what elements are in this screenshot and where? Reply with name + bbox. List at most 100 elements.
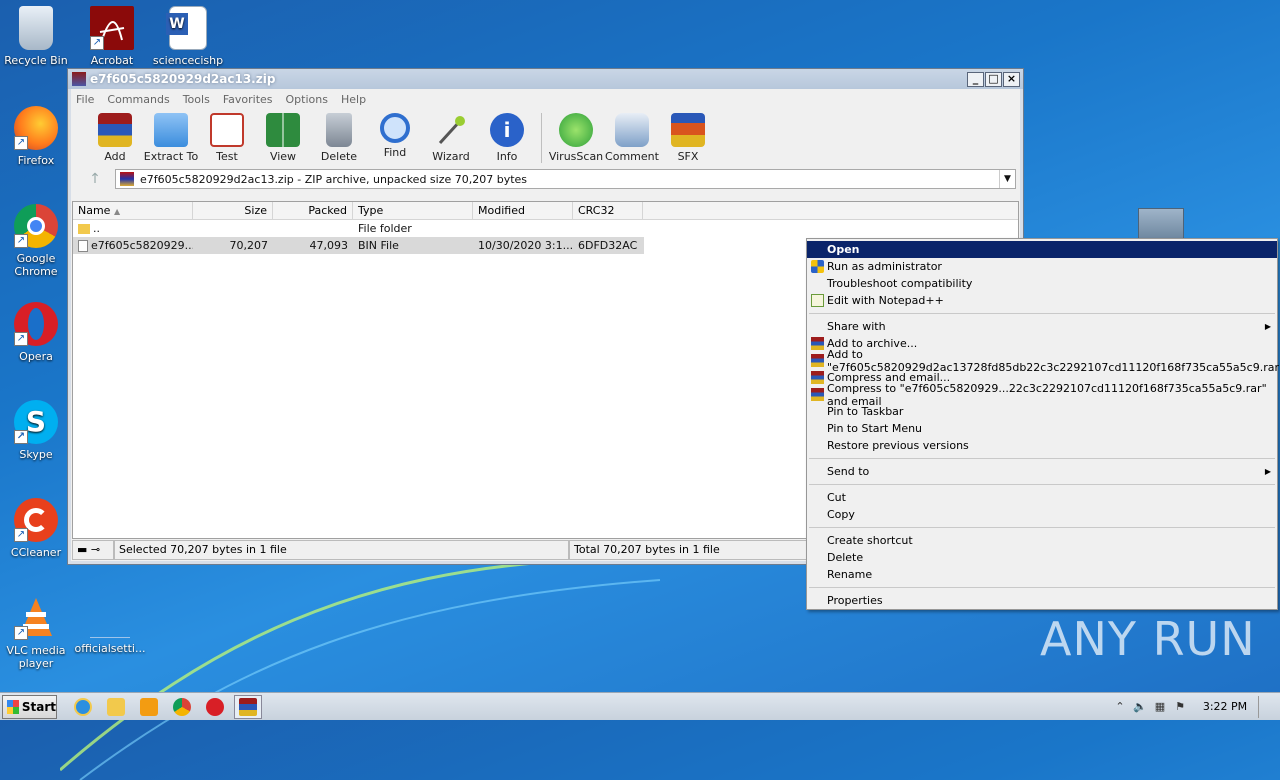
taskbar-winrar[interactable]	[234, 694, 262, 719]
desktop-icon-chrome[interactable]: ↗ Google Chrome	[0, 204, 72, 278]
taskbar-internet-explorer[interactable]	[69, 695, 97, 719]
menu-item-properties[interactable]: Properties	[807, 592, 1277, 609]
column-packed[interactable]: Packed	[273, 202, 353, 219]
column-type[interactable]: Type	[353, 202, 473, 219]
virusscan-button[interactable]: VirusScan	[548, 113, 604, 163]
desktop-icon-file[interactable]: officialsetti...	[74, 608, 146, 655]
anyrun-watermark: ANY RUN	[1040, 612, 1256, 666]
desktop-icon-partial[interactable]	[1138, 208, 1184, 240]
table-row[interactable]: .. File folder	[73, 220, 1018, 237]
desktop-icon-ccleaner[interactable]: ↗ CCleaner	[0, 498, 72, 559]
up-arrow-icon[interactable]: ↑	[75, 171, 115, 187]
show-desktop-button[interactable]	[1258, 695, 1280, 718]
menu-favorites[interactable]: Favorites	[223, 93, 273, 106]
taskbar-media-player[interactable]	[135, 695, 163, 719]
action-center-flag-icon[interactable]: ⚑	[1170, 700, 1190, 713]
winrar-icon	[72, 72, 86, 86]
title-bar[interactable]: e7f605c5820929d2ac13.zip _ □ ×	[68, 69, 1023, 89]
taskbar-opera[interactable]	[201, 695, 229, 719]
clock[interactable]: 3:22 PM	[1196, 700, 1254, 713]
taskbar-explorer[interactable]	[102, 695, 130, 719]
menu-file[interactable]: File	[76, 93, 94, 106]
menu-item-share-with[interactable]: Share with ▶	[807, 318, 1277, 335]
volume-icon[interactable]: 🔈	[1130, 700, 1150, 713]
desktop-icon-label: officialsetti...	[74, 642, 146, 655]
table-row[interactable]: e7f605c5820929... 70,207 47,093 BIN File…	[73, 237, 644, 254]
menu-item-run-as-admin[interactable]: Run as administrator	[807, 258, 1277, 275]
extract-to-button[interactable]: Extract To	[143, 113, 199, 163]
column-name[interactable]: Name ▲	[73, 202, 193, 219]
column-modified[interactable]: Modified	[473, 202, 573, 219]
menu-separator	[809, 484, 1275, 485]
drive-icon[interactable]: ▬ ⊸	[72, 540, 114, 560]
desktop-icon-firefox[interactable]: ↗ Firefox	[0, 106, 72, 167]
delete-button[interactable]: Delete	[311, 113, 367, 163]
toolbar-separator	[541, 113, 542, 163]
test-button[interactable]: Test	[199, 113, 255, 163]
info-icon: i	[490, 113, 524, 147]
desktop-icon-acrobat[interactable]: ↗ Acrobat	[76, 6, 148, 67]
row-type-cell: BIN File	[358, 239, 399, 252]
comment-icon	[615, 113, 649, 147]
row-modified-cell: 10/30/2020 3:1...	[478, 239, 573, 252]
chrome-icon: ↗	[14, 204, 58, 248]
sfx-button[interactable]: SFX	[660, 113, 716, 163]
desktop-icon-recycle-bin[interactable]: Recycle Bin	[0, 6, 72, 67]
menu-item-rename[interactable]: Rename	[807, 566, 1277, 583]
maximize-button[interactable]: □	[985, 71, 1002, 87]
toolbar: Add Extract To Test View Delete Find Wiz…	[71, 109, 1020, 167]
menu-item-restore-versions[interactable]: Restore previous versions	[807, 437, 1277, 454]
row-packed-cell: 47,093	[309, 239, 349, 252]
info-button[interactable]: i Info	[479, 113, 535, 163]
minimize-button[interactable]: _	[967, 71, 984, 87]
menu-item-edit-notepad[interactable]: Edit with Notepad++	[807, 292, 1277, 309]
wizard-button[interactable]: Wizard	[423, 113, 479, 163]
desktop-icon-label: Skype	[19, 448, 53, 461]
shortcut-arrow-icon: ↗	[14, 626, 28, 640]
uac-shield-icon	[811, 260, 824, 273]
add-button[interactable]: Add	[87, 113, 143, 163]
start-button[interactable]: Start	[2, 694, 57, 719]
address-field[interactable]: e7f605c5820929d2ac13.zip - ZIP archive, …	[115, 169, 1016, 189]
menu-tools[interactable]: Tools	[183, 93, 210, 106]
show-hidden-icons-icon[interactable]: ⌃	[1110, 700, 1130, 713]
menu-item-delete[interactable]: Delete	[807, 549, 1277, 566]
test-checklist-icon	[210, 113, 244, 147]
column-crc32[interactable]: CRC32	[573, 202, 643, 219]
extract-to-label: Extract To	[143, 150, 199, 163]
network-icon[interactable]: ▦	[1150, 700, 1170, 713]
desktop-icon-label: Firefox	[17, 154, 55, 167]
comment-button[interactable]: Comment	[604, 113, 660, 163]
menu-item-pin-taskbar[interactable]: Pin to Taskbar	[807, 403, 1277, 420]
desktop-icon-opera[interactable]: ↗ Opera	[0, 302, 72, 363]
menu-item-pin-start[interactable]: Pin to Start Menu	[807, 420, 1277, 437]
file-icon	[78, 240, 88, 252]
file-list-header: Name ▲ Size Packed Type Modified CRC32	[73, 202, 1018, 220]
close-button[interactable]: ×	[1003, 71, 1020, 87]
menu-item-open[interactable]: Open	[807, 241, 1277, 258]
menu-item-create-shortcut[interactable]: Create shortcut	[807, 532, 1277, 549]
status-selected: Selected 70,207 bytes in 1 file	[114, 540, 569, 560]
virusscan-label: VirusScan	[548, 150, 604, 163]
delete-label: Delete	[320, 150, 358, 163]
desktop-icon-vlc[interactable]: ↗ VLC media player	[0, 596, 72, 670]
menu-separator	[809, 587, 1275, 588]
column-size[interactable]: Size	[193, 202, 273, 219]
menu-options[interactable]: Options	[286, 93, 328, 106]
menu-item-cut[interactable]: Cut	[807, 489, 1277, 506]
menu-commands[interactable]: Commands	[107, 93, 169, 106]
shortcut-arrow-icon: ↗	[90, 36, 104, 50]
address-dropdown-icon[interactable]: ▼	[999, 170, 1015, 188]
menu-item-copy[interactable]: Copy	[807, 506, 1277, 523]
menu-item-add-to-rar[interactable]: Add to "e7f605c5820929d2ac13728fd85db22c…	[807, 348, 1280, 374]
find-button[interactable]: Find	[367, 113, 423, 159]
menu-item-send-to[interactable]: Send to ▶	[807, 463, 1277, 480]
submenu-arrow-icon: ▶	[1264, 322, 1271, 331]
taskbar-chrome[interactable]	[168, 695, 196, 719]
menu-item-troubleshoot[interactable]: Troubleshoot compatibility	[807, 275, 1277, 292]
view-button[interactable]: View	[255, 113, 311, 163]
menu-item-compress-to-email[interactable]: Compress to "e7f605c5820929...22c3c22921…	[807, 382, 1277, 408]
desktop-icon-document[interactable]: W sciencecishp	[152, 6, 224, 67]
desktop-icon-skype[interactable]: S ↗ Skype	[0, 400, 72, 461]
menu-help[interactable]: Help	[341, 93, 366, 106]
